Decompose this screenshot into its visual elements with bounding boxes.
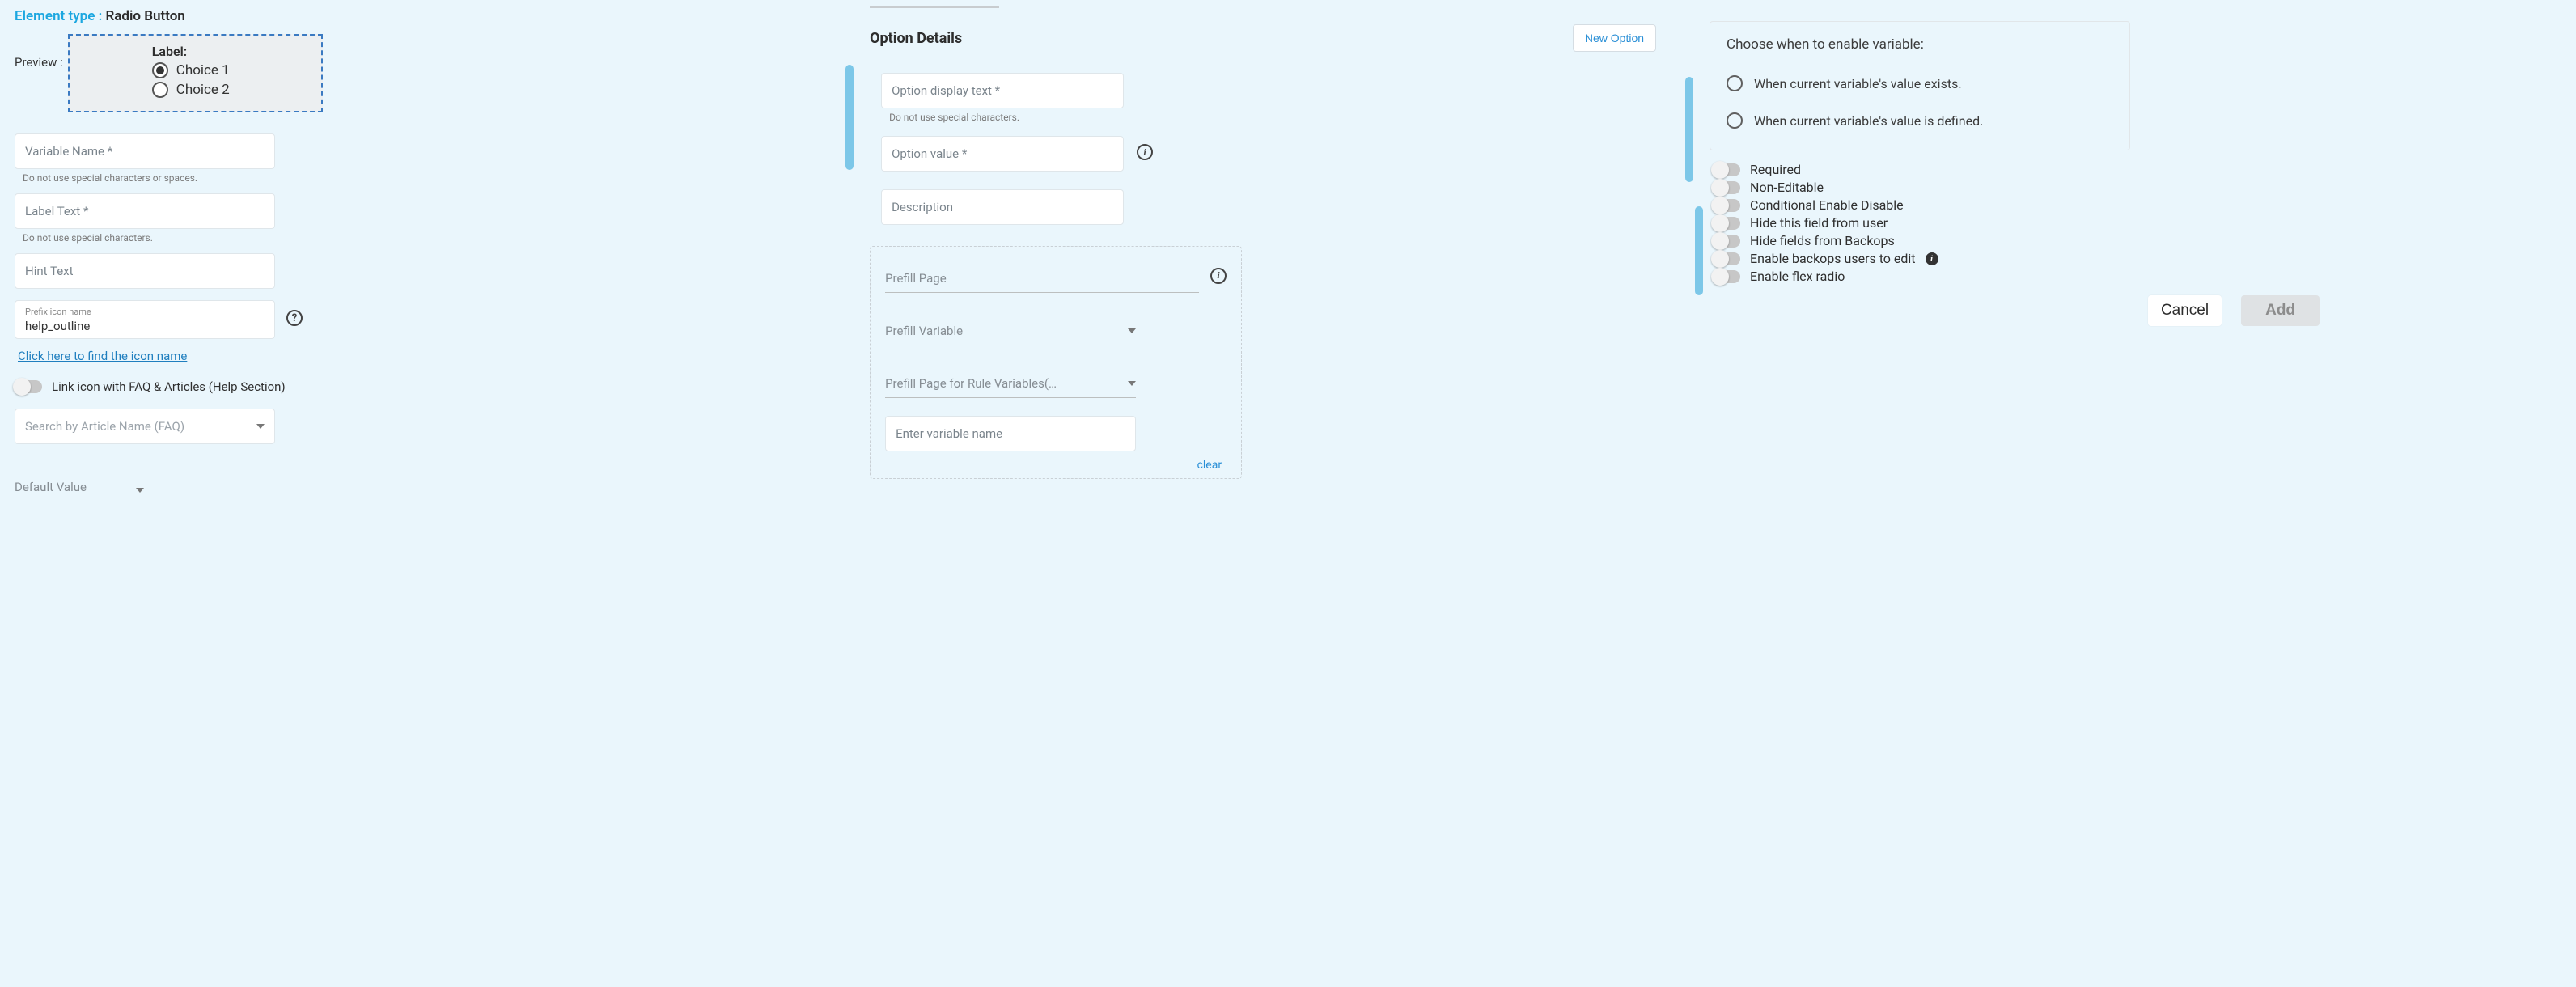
radio-selected-icon xyxy=(152,62,168,78)
help-icon[interactable]: ? xyxy=(286,310,303,326)
toggle-non-editable[interactable]: Non-Editable xyxy=(1713,180,2561,195)
enable-variable-title: Choose when to enable variable: xyxy=(1727,36,2113,53)
prefill-page-select[interactable]: Prefill Page xyxy=(885,258,1199,293)
prefix-icon-input[interactable]: Prefix icon name help_outline xyxy=(15,300,275,339)
toggle-conditional-enable[interactable]: Conditional Enable Disable xyxy=(1713,197,2561,213)
link-icon-toggle-label: Link icon with FAQ & Articles (Help Sect… xyxy=(52,379,286,394)
toggle-non-editable-label: Non-Editable xyxy=(1750,180,1824,195)
toggle-enable-flex-radio[interactable]: Enable flex radio xyxy=(1713,269,2561,284)
prefill-panel: Prefill Page i Prefill Variable Prefill … xyxy=(870,246,1242,479)
radio-value-defined-label: When current variable's value is defined… xyxy=(1754,113,1983,129)
toggle-required[interactable]: Required xyxy=(1713,162,2561,177)
radio-value-defined[interactable]: When current variable's value is defined… xyxy=(1727,112,2113,129)
toggle-enable-flex-radio-label: Enable flex radio xyxy=(1750,269,1845,284)
prefix-icon-value: help_outline xyxy=(25,319,90,333)
default-value-select[interactable]: Default Value xyxy=(15,468,144,499)
chevron-down-icon xyxy=(136,488,144,493)
toggle-hide-from-backops-label: Hide fields from Backops xyxy=(1750,233,1895,248)
scrollbar-thumb[interactable] xyxy=(1685,77,1693,182)
option-details-title: Option Details xyxy=(870,30,962,47)
option-display-text-placeholder: Option display text * xyxy=(892,83,1000,98)
faq-search-select[interactable]: Search by Article Name (FAQ) xyxy=(15,409,275,444)
label-text-placeholder: Label Text * xyxy=(25,204,88,218)
option-description-placeholder: Description xyxy=(892,200,953,214)
enable-variable-panel: Choose when to enable variable: When cur… xyxy=(1710,21,2130,150)
variable-name-helper: Do not use special characters or spaces. xyxy=(23,172,841,184)
toggle-off-icon xyxy=(15,380,42,393)
radio-unselected-icon xyxy=(1727,112,1743,129)
element-type-value: Radio Button xyxy=(105,8,184,24)
variable-name-placeholder: Variable Name * xyxy=(25,144,112,159)
toggle-off-icon xyxy=(1713,163,1740,176)
prefix-icon-float-label: Prefix icon name xyxy=(25,307,91,317)
toggle-required-label: Required xyxy=(1750,162,1801,177)
label-text-input[interactable]: Label Text * xyxy=(15,193,275,229)
toggle-hide-from-backops[interactable]: Hide fields from Backops xyxy=(1713,233,2561,248)
chevron-down-icon xyxy=(1128,381,1136,386)
hint-text-placeholder: Hint Text xyxy=(25,264,74,278)
radio-unselected-icon xyxy=(1727,75,1743,91)
cancel-button[interactable]: Cancel xyxy=(2148,295,2222,326)
preview-choice-2[interactable]: Choice 2 xyxy=(152,80,310,100)
scrollbar-thumb[interactable] xyxy=(1695,206,1703,295)
preview-box: Label: Choice 1 Choice 2 xyxy=(68,34,323,112)
scrollbar-thumb[interactable] xyxy=(845,65,854,170)
radio-value-exists-label: When current variable's value exists. xyxy=(1754,76,1962,91)
option-display-text-input[interactable]: Option display text * xyxy=(881,73,1124,108)
prefill-rule-label: Prefill Page for Rule Variables(… xyxy=(885,376,1057,391)
toggle-hide-from-user[interactable]: Hide this field from user xyxy=(1713,215,2561,231)
new-option-button[interactable]: New Option xyxy=(1573,24,1656,52)
option-value-placeholder: Option value * xyxy=(892,146,967,161)
radio-value-exists[interactable]: When current variable's value exists. xyxy=(1727,75,2113,91)
chevron-down-icon xyxy=(256,424,265,429)
find-icon-link[interactable]: Click here to find the icon name xyxy=(18,349,187,363)
info-icon[interactable]: i xyxy=(1210,268,1227,284)
preview-choice-1[interactable]: Choice 1 xyxy=(152,61,310,80)
label-text-helper: Do not use special characters. xyxy=(23,232,841,244)
preview-choice-1-label: Choice 1 xyxy=(176,62,230,78)
link-icon-toggle-row[interactable]: Link icon with FAQ & Articles (Help Sect… xyxy=(15,379,841,394)
toggle-enable-backops-edit-label: Enable backops users to edit xyxy=(1750,251,1915,266)
preview-choice-2-label: Choice 2 xyxy=(176,82,230,98)
preview-label: Preview : xyxy=(15,34,63,70)
option-description-input[interactable]: Description xyxy=(881,189,1124,225)
option-value-input[interactable]: Option value * xyxy=(881,136,1124,172)
element-type-prefix: Element type : xyxy=(15,8,102,24)
option-display-text-helper: Do not use special characters. xyxy=(889,112,1680,123)
prefill-variable-label: Prefill Variable xyxy=(885,324,963,338)
toggle-off-icon xyxy=(1713,217,1740,230)
preview-box-label: Label: xyxy=(152,44,310,59)
add-button[interactable]: Add xyxy=(2241,295,2320,326)
prefill-page-label: Prefill Page xyxy=(885,271,947,286)
toggle-hide-from-user-label: Hide this field from user xyxy=(1750,215,1888,231)
element-type-heading: Element type : Radio Button xyxy=(15,6,841,24)
toggle-off-icon xyxy=(1713,235,1740,248)
chevron-down-icon xyxy=(1128,328,1136,333)
faq-search-placeholder: Search by Article Name (FAQ) xyxy=(25,419,184,434)
divider xyxy=(870,6,999,8)
toggle-off-icon xyxy=(1713,270,1740,283)
default-value-label: Default Value xyxy=(15,480,87,494)
toggle-off-icon xyxy=(1713,199,1740,212)
toggle-conditional-enable-label: Conditional Enable Disable xyxy=(1750,197,1904,213)
toggle-enable-backops-edit[interactable]: Enable backops users to edit i xyxy=(1713,251,2561,266)
prefill-rule-select[interactable]: Prefill Page for Rule Variables(… xyxy=(885,363,1136,398)
info-icon[interactable]: i xyxy=(1926,252,1938,265)
radio-unselected-icon xyxy=(152,82,168,98)
enter-variable-name-placeholder: Enter variable name xyxy=(896,426,1002,441)
clear-link[interactable]: clear xyxy=(1197,459,1222,472)
info-icon[interactable]: i xyxy=(1137,144,1153,160)
enter-variable-name-input[interactable]: Enter variable name xyxy=(885,416,1136,451)
toggle-off-icon xyxy=(1713,181,1740,194)
hint-text-input[interactable]: Hint Text xyxy=(15,253,275,289)
variable-name-input[interactable]: Variable Name * xyxy=(15,133,275,169)
toggle-off-icon xyxy=(1713,252,1740,265)
prefill-variable-select[interactable]: Prefill Variable xyxy=(885,311,1136,345)
